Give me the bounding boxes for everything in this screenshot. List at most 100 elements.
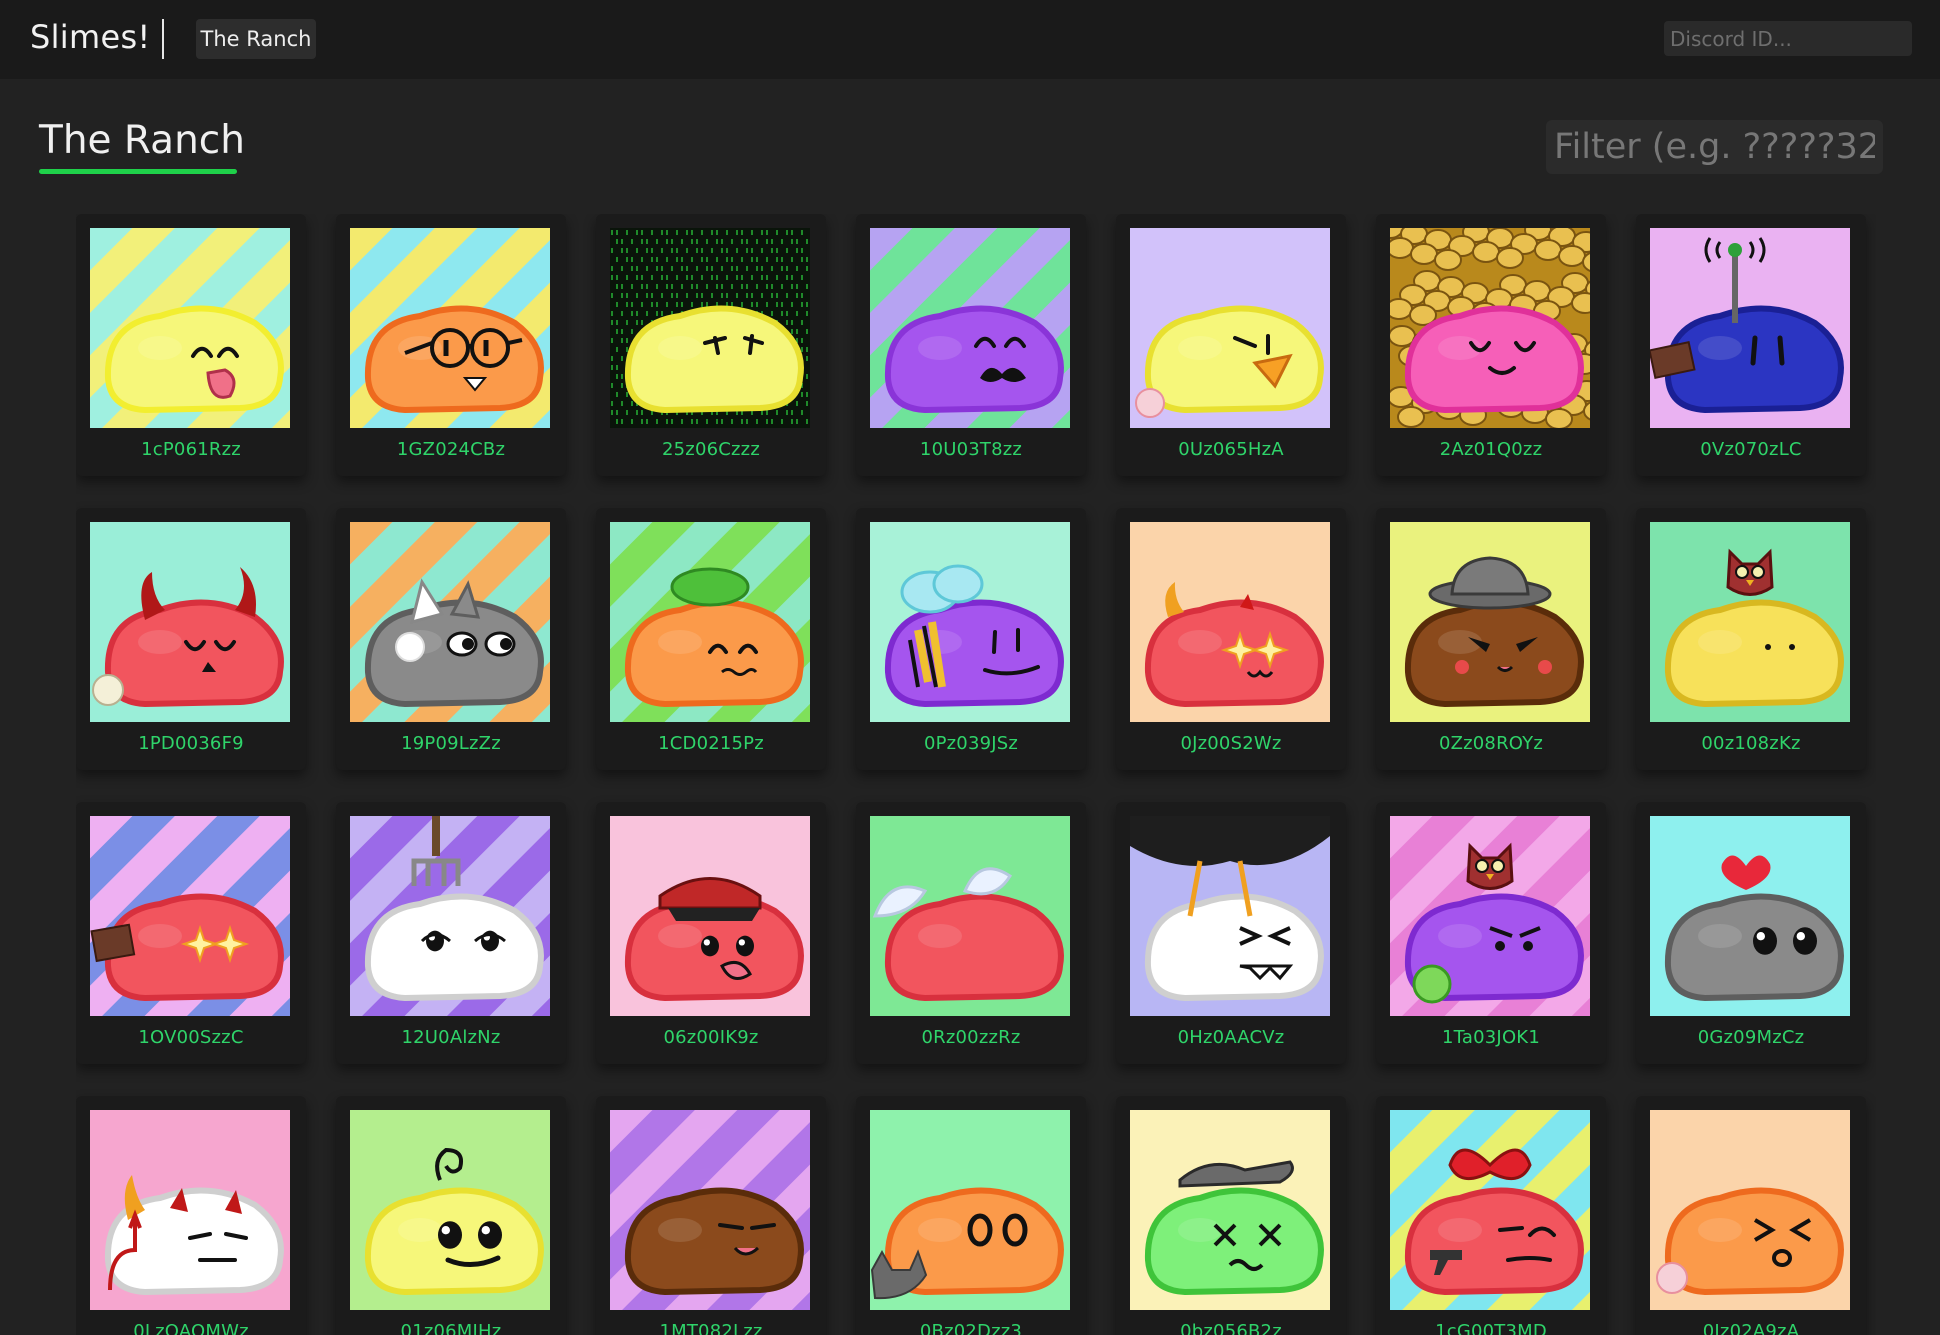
- slime-code-label: 0Hz0AACVz: [1177, 1027, 1285, 1048]
- slime-code-label: 1MT082Lzz: [659, 1321, 763, 1335]
- slime-image[interactable]: [1650, 522, 1850, 722]
- page-title: The Ranch: [39, 118, 245, 163]
- slime-image[interactable]: [1650, 1110, 1850, 1310]
- slime-image[interactable]: [1130, 1110, 1330, 1310]
- slime-image[interactable]: [610, 816, 810, 1016]
- slime-art-svg: [90, 816, 290, 1016]
- slime-image[interactable]: [1390, 522, 1590, 722]
- slime-card[interactable]: 0Bz02Dzz3: [856, 1096, 1086, 1335]
- slime-code-label: 0bz056B2z: [1180, 1321, 1282, 1335]
- slime-image[interactable]: [1130, 228, 1330, 428]
- slime-image[interactable]: [350, 522, 550, 722]
- brand-logo-text[interactable]: Slimes!: [30, 18, 151, 56]
- slime-art-svg: [870, 228, 1070, 428]
- slime-grid: 1cP061Rzz 1GZ024CBz 25z06Czzz 10U03T8zz 0Uz0…: [76, 214, 1876, 1335]
- slime-code-label: 0Zz08ROYz: [1438, 733, 1544, 754]
- slime-image[interactable]: [1130, 816, 1330, 1016]
- slime-code-label: 0Gz09MzCz: [1697, 1027, 1805, 1048]
- slime-image[interactable]: [870, 228, 1070, 428]
- slime-card[interactable]: 0LzOAQMWz: [76, 1096, 306, 1335]
- slime-card[interactable]: 0Uz065HzA: [1116, 214, 1346, 476]
- slime-card[interactable]: 25z06Czzz: [596, 214, 826, 476]
- slime-image[interactable]: [1390, 1110, 1590, 1310]
- slime-card[interactable]: 0Vz070zLC: [1636, 214, 1866, 476]
- slime-card[interactable]: 1cG00T3MD: [1376, 1096, 1606, 1335]
- slime-image[interactable]: [1650, 816, 1850, 1016]
- slime-art-svg: [1130, 522, 1330, 722]
- slime-art-svg: [90, 522, 290, 722]
- slime-card[interactable]: 1CD0215Pz: [596, 508, 826, 770]
- slime-image[interactable]: [610, 522, 810, 722]
- slime-image[interactable]: [610, 228, 810, 428]
- slime-art-svg: [1650, 522, 1850, 722]
- slime-code-label: 1OV00SzzC: [138, 1027, 244, 1048]
- title-underline: [39, 169, 237, 174]
- slime-card[interactable]: 0Jz02A9zA: [1636, 1096, 1866, 1335]
- filter-input[interactable]: [1546, 120, 1883, 174]
- slime-code-label: 10U03T8zz: [919, 439, 1023, 460]
- slime-art-svg: [1390, 1110, 1590, 1310]
- slime-card[interactable]: 0Rz00zzRz: [856, 802, 1086, 1064]
- slime-art-svg: [610, 816, 810, 1016]
- slime-code-label: 0Pz039JSz: [923, 733, 1019, 754]
- slime-image[interactable]: [1390, 228, 1590, 428]
- slime-code-label: 1CD0215Pz: [658, 733, 764, 754]
- slime-art-svg: [90, 1110, 290, 1310]
- slime-code-label: 0Rz00zzRz: [921, 1027, 1021, 1048]
- slime-card[interactable]: 1cP061Rzz: [76, 214, 306, 476]
- slime-code-label: 00z108zKz: [1701, 733, 1801, 754]
- slime-code-label: 1PD0036F9: [138, 733, 244, 754]
- slime-image[interactable]: [870, 816, 1070, 1016]
- slime-image[interactable]: [610, 1110, 810, 1310]
- discord-id-input[interactable]: [1664, 21, 1912, 56]
- slime-image[interactable]: [870, 1110, 1070, 1310]
- slime-card[interactable]: 06z00IK9z: [596, 802, 826, 1064]
- slime-art-svg: [1390, 816, 1590, 1016]
- slime-code-label: 25z06Czzz: [662, 439, 760, 460]
- slime-art-svg: [1650, 228, 1850, 428]
- slime-card[interactable]: 0Hz0AACVz: [1116, 802, 1346, 1064]
- slime-image[interactable]: [350, 1110, 550, 1310]
- slime-card[interactable]: 1GZ024CBz: [336, 214, 566, 476]
- slime-image[interactable]: [90, 1110, 290, 1310]
- nav-tab-the-ranch[interactable]: The Ranch: [196, 19, 316, 59]
- slime-card[interactable]: 00z108zKz: [1636, 508, 1866, 770]
- slime-art-svg: [870, 522, 1070, 722]
- slime-card[interactable]: 10U03T8zz: [856, 214, 1086, 476]
- slime-image[interactable]: [90, 522, 290, 722]
- slime-image[interactable]: [90, 816, 290, 1016]
- slime-card[interactable]: 1PD0036F9: [76, 508, 306, 770]
- slime-code-label: 12U0AlzNz: [401, 1027, 501, 1048]
- slime-code-label: 0Jz00S2Wz: [1180, 733, 1282, 754]
- slime-card[interactable]: 0Pz039JSz: [856, 508, 1086, 770]
- slime-art-svg: [610, 228, 810, 428]
- slime-art-svg: [350, 228, 550, 428]
- slime-art-svg: [1130, 228, 1330, 428]
- slime-art-svg: [1390, 228, 1590, 428]
- slime-art-svg: [90, 228, 290, 428]
- slime-art-svg: [870, 816, 1070, 1016]
- slime-art-svg: [870, 1110, 1070, 1310]
- slime-code-label: 01z06MJHz: [400, 1321, 502, 1335]
- slime-image[interactable]: [1650, 228, 1850, 428]
- slime-card[interactable]: 0Gz09MzCz: [1636, 802, 1866, 1064]
- slime-code-label: 0Vz070zLC: [1700, 439, 1802, 460]
- slime-card[interactable]: 0bz056B2z: [1116, 1096, 1346, 1335]
- slime-card[interactable]: 0Zz08ROYz: [1376, 508, 1606, 770]
- slime-card[interactable]: 12U0AlzNz: [336, 802, 566, 1064]
- slime-image[interactable]: [1390, 816, 1590, 1016]
- slime-image[interactable]: [350, 228, 550, 428]
- slime-card[interactable]: 01z06MJHz: [336, 1096, 566, 1335]
- slime-image[interactable]: [350, 816, 550, 1016]
- slime-card[interactable]: 19P09LzZz: [336, 508, 566, 770]
- slime-card[interactable]: 1Ta03JOK1: [1376, 802, 1606, 1064]
- slime-art-svg: [350, 1110, 550, 1310]
- slime-card[interactable]: 0Jz00S2Wz: [1116, 508, 1346, 770]
- slime-code-label: 0Jz02A9zA: [1702, 1321, 1800, 1335]
- slime-card[interactable]: 2Az01Q0zz: [1376, 214, 1606, 476]
- slime-image[interactable]: [90, 228, 290, 428]
- slime-image[interactable]: [870, 522, 1070, 722]
- slime-image[interactable]: [1130, 522, 1330, 722]
- slime-card[interactable]: 1OV00SzzC: [76, 802, 306, 1064]
- slime-card[interactable]: 1MT082Lzz: [596, 1096, 826, 1335]
